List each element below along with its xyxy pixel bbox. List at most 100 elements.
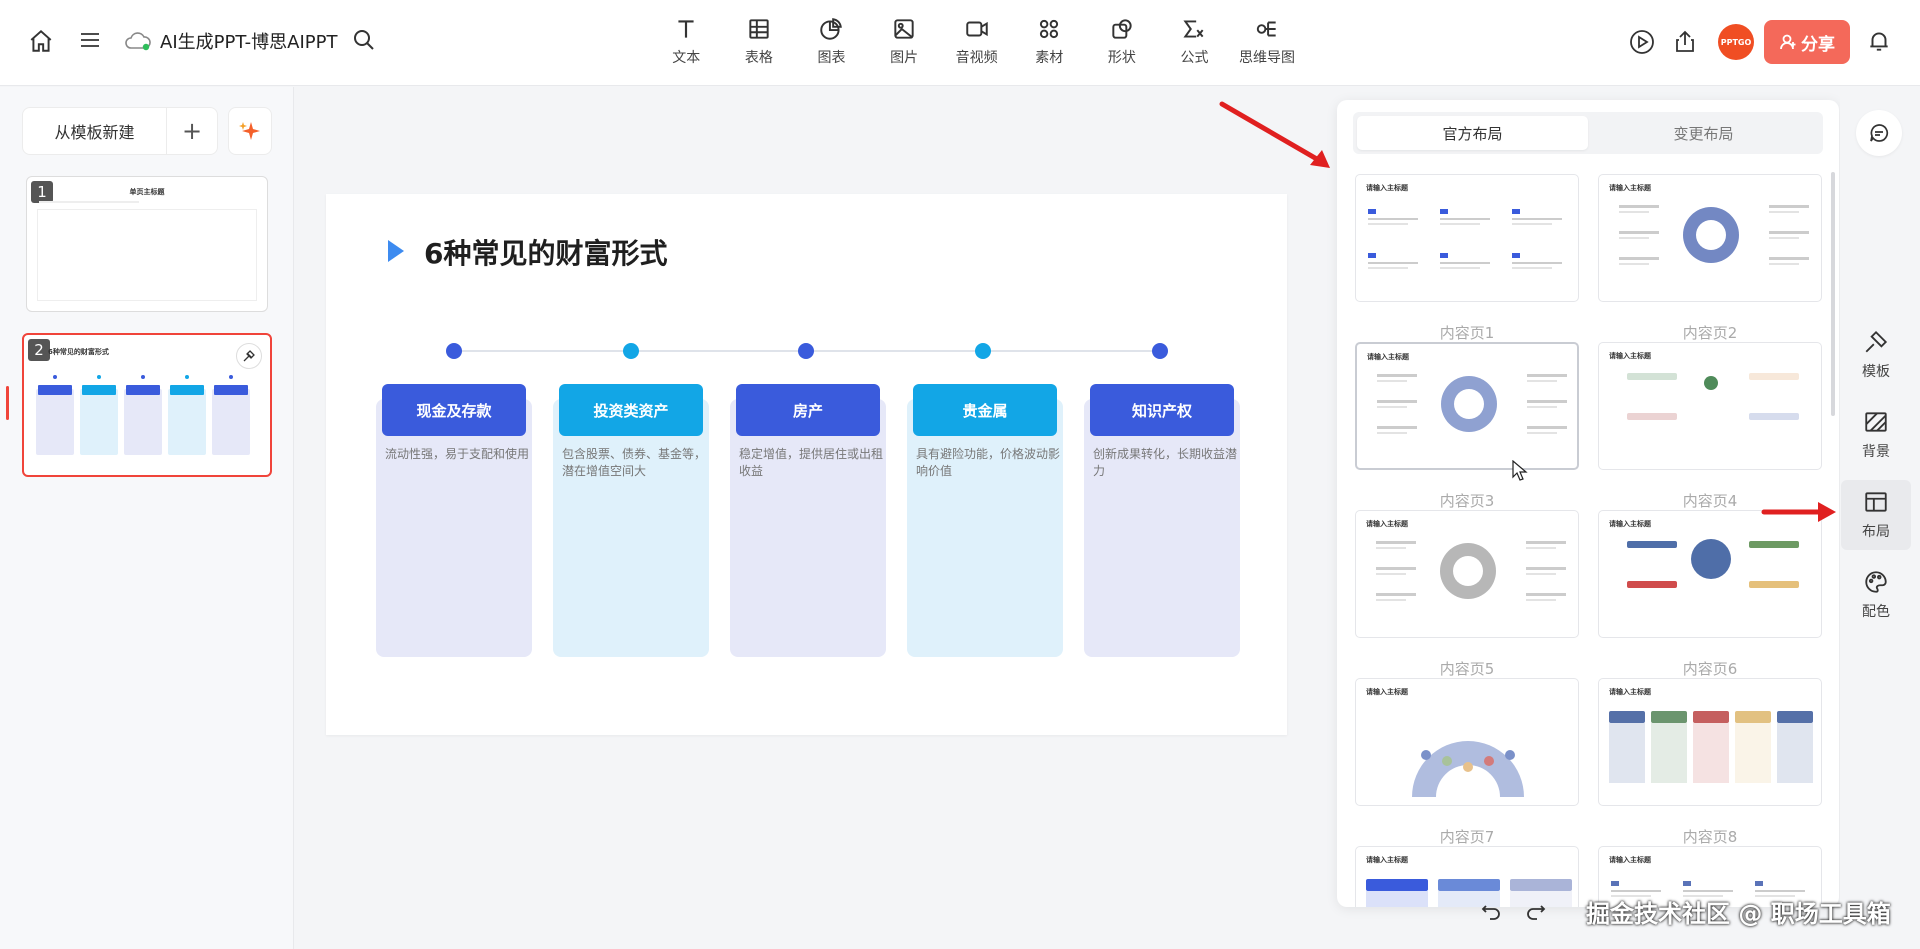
image-icon xyxy=(894,19,914,39)
layout-option[interactable]: 请输入主标题 xyxy=(1355,846,1579,907)
comment-icon xyxy=(1870,124,1889,142)
wealth-card-title[interactable]: 房产 xyxy=(736,384,880,436)
timeline-dot xyxy=(975,343,991,359)
wealth-card-title[interactable]: 知识产权 xyxy=(1090,384,1234,436)
sparkle-icon xyxy=(239,122,260,140)
slide-thumb-title: 6种常见的财富形式 xyxy=(48,348,109,356)
layout-preview-art xyxy=(1412,741,1524,797)
mouse-cursor-icon xyxy=(1512,460,1528,481)
undo-icon[interactable] xyxy=(1480,900,1502,922)
layout-option[interactable]: 请输入主标题 xyxy=(1598,342,1822,470)
layout-option[interactable]: 请输入主标题 xyxy=(1355,342,1579,470)
slide-number: 2 xyxy=(28,339,50,361)
text-icon xyxy=(678,20,694,38)
insert-tools: 文本 表格 图表 图片 音视频 素材 形状 公式 思维导图 xyxy=(650,16,1303,67)
tool-video[interactable]: 音视频 xyxy=(940,16,1013,67)
thumb-card-header xyxy=(170,385,204,395)
shape-icon xyxy=(1112,19,1132,39)
background-icon xyxy=(1865,412,1887,432)
layout-option[interactable]: 请输入主标题 xyxy=(1355,678,1579,806)
slide-thumbnail-2[interactable]: 2 6种常见的财富形式 xyxy=(22,333,272,477)
tool-image[interactable]: 图片 xyxy=(868,16,941,67)
annotation-arrow-icon xyxy=(1219,101,1330,168)
add-slide-button[interactable]: + xyxy=(167,108,217,154)
cloud-saved-icon xyxy=(125,32,151,51)
document-title[interactable]: AI生成PPT-博思AIPPT xyxy=(160,28,338,54)
palette-icon xyxy=(1865,571,1887,593)
layout-preview-art xyxy=(1609,711,1813,783)
rightbar-label: 配色 xyxy=(1862,604,1890,620)
wealth-card-title[interactable]: 贵金属 xyxy=(913,384,1057,436)
layout-option-label: 内容页3 xyxy=(1439,492,1495,510)
tool-mindmap[interactable]: 思维导图 xyxy=(1231,16,1304,67)
wealth-card-title[interactable]: 现金及存款 xyxy=(382,384,526,436)
layout-option-label: 内容页6 xyxy=(1682,660,1738,678)
thumb-card-header xyxy=(126,385,160,395)
layout-option[interactable]: 请输入主标题 xyxy=(1355,174,1579,302)
tool-material[interactable]: 素材 xyxy=(1013,16,1086,67)
layout-option[interactable]: 请输入主标题 xyxy=(1598,174,1822,302)
thumb-card-header xyxy=(214,385,248,395)
bell-icon[interactable] xyxy=(1866,28,1892,54)
tab-change-layout[interactable]: 变更布局 xyxy=(1588,116,1819,150)
tool-table[interactable]: 表格 xyxy=(723,16,796,67)
ai-generate-button[interactable] xyxy=(228,107,272,155)
wealth-card-desc[interactable]: 流动性强，易于支配和使用 xyxy=(385,446,533,463)
wealth-card-title[interactable]: 投资类资产 xyxy=(559,384,703,436)
wealth-card-desc[interactable]: 具有避险功能，价格波动影响价值 xyxy=(916,446,1064,480)
wealth-card[interactable] xyxy=(730,399,886,657)
home-icon[interactable] xyxy=(28,28,54,54)
slide-thumb-title: 单页主标题 xyxy=(129,188,165,196)
search-icon[interactable] xyxy=(352,28,376,52)
tool-label: 形状 xyxy=(1107,50,1136,66)
timeline-dot xyxy=(1152,343,1168,359)
tool-shape[interactable]: 形状 xyxy=(1086,16,1159,67)
material-icon xyxy=(1040,19,1059,39)
thumb-card xyxy=(124,389,162,455)
share-button[interactable]: 分享 xyxy=(1764,20,1850,64)
layout-option-label: 内容页8 xyxy=(1682,828,1738,846)
slide-canvas[interactable]: 6种常见的财富形式 现金及存款流动性强，易于支配和使用 投资类资产包含股票、债券、… xyxy=(326,194,1287,735)
wealth-card[interactable] xyxy=(1084,399,1240,657)
slide-thumbnail-1[interactable]: 1 单页主标题 xyxy=(26,176,268,312)
play-icon[interactable] xyxy=(1627,27,1657,57)
thumb-dot xyxy=(53,375,57,379)
timeline-dot xyxy=(623,343,639,359)
top-toolbar: AI生成PPT-博思AIPPT 文本 表格 图表 图片 音视频 素材 形状 公式… xyxy=(0,0,1920,86)
video-icon xyxy=(965,21,988,37)
export-icon[interactable] xyxy=(1670,27,1700,57)
wealth-card-desc[interactable]: 包含股票、债券、基金等，潜在增值空间大 xyxy=(562,446,710,480)
watermark: 掘金技术社区 @ 职场工具箱 xyxy=(1586,900,1891,928)
layout-option-label: 内容页5 xyxy=(1439,660,1495,678)
rightbar-label: 背景 xyxy=(1862,444,1890,460)
tab-official-layout[interactable]: 官方布局 xyxy=(1357,116,1588,150)
scrollbar[interactable] xyxy=(1831,172,1835,416)
avatar[interactable]: PPTGO xyxy=(1718,24,1754,60)
tool-chart[interactable]: 图表 xyxy=(795,16,868,67)
new-from-template-button[interactable]: 从模板新建 xyxy=(23,108,167,154)
wealth-card[interactable] xyxy=(376,399,532,657)
redo-icon[interactable] xyxy=(1525,900,1547,922)
rightbar-template[interactable]: 模板 xyxy=(1841,320,1911,390)
tool-formula[interactable]: 公式 xyxy=(1158,16,1231,67)
layout-option[interactable]: 请输入主标题 xyxy=(1355,510,1579,638)
wealth-card-desc[interactable]: 稳定增值，提供居住或出租收益 xyxy=(739,446,887,480)
menu-icon[interactable] xyxy=(78,28,102,52)
tool-text[interactable]: 文本 xyxy=(650,16,723,67)
rightbar-palette[interactable]: 配色 xyxy=(1841,560,1911,630)
wealth-card[interactable] xyxy=(553,399,709,657)
slide-title[interactable]: 6种常见的财富形式 xyxy=(424,232,667,272)
rightbar-background[interactable]: 背景 xyxy=(1841,400,1911,470)
rightbar-layout[interactable]: 布局 xyxy=(1841,480,1911,550)
layout-preview-art xyxy=(1376,541,1566,601)
tool-label: 图片 xyxy=(890,50,919,66)
replace-layout-button[interactable] xyxy=(236,343,262,369)
selected-indicator xyxy=(6,386,9,420)
layout-option[interactable]: 请输入主标题 xyxy=(1598,510,1822,638)
mindmap-icon xyxy=(1256,21,1276,37)
wealth-card[interactable] xyxy=(907,399,1063,657)
layout-preview-art xyxy=(1627,539,1799,588)
comment-button[interactable] xyxy=(1856,110,1902,156)
wealth-card-desc[interactable]: 创新成果转化，长期收益潜力 xyxy=(1093,446,1241,480)
layout-option[interactable]: 请输入主标题 xyxy=(1598,678,1822,806)
